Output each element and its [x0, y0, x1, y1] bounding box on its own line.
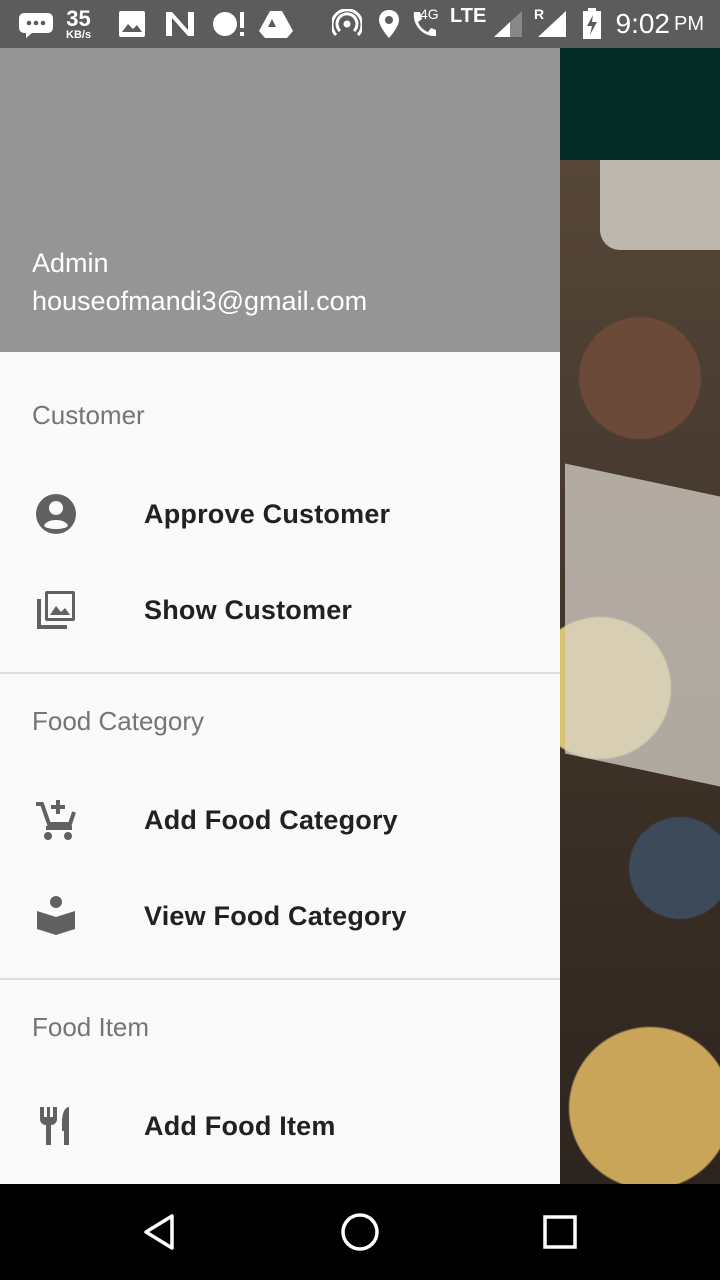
divider — [0, 672, 560, 674]
image-icon — [118, 0, 146, 48]
status-bar: 35 KB/s 4G LTE R 9:02 PM — [0, 0, 720, 48]
menu-item-show-customer[interactable]: Show Customer — [0, 562, 560, 658]
n-icon — [164, 0, 196, 48]
recents-square-icon — [543, 1215, 577, 1249]
menu-item-add-food-item[interactable]: Add Food Item — [0, 1078, 560, 1174]
menu-item-add-food-category[interactable]: Add Food Category — [0, 772, 560, 868]
drawer-header: Admin houseofmandi3@gmail.com — [0, 48, 560, 352]
user-email: houseofmandi3@gmail.com — [32, 286, 368, 316]
system-navigation-bar — [0, 1184, 720, 1280]
add-shopping-cart-icon — [32, 796, 80, 844]
app-background-plate — [600, 160, 720, 250]
menu-item-label: Show Customer — [144, 594, 353, 625]
recents-button[interactable] — [536, 1208, 584, 1256]
speed-unit: KB/s — [66, 28, 92, 41]
restaurant-icon — [32, 1102, 80, 1150]
signal-icon — [492, 0, 524, 48]
user-name: Admin — [32, 248, 109, 278]
location-icon — [378, 0, 400, 48]
account-circle-icon — [32, 490, 80, 538]
divider — [0, 978, 560, 980]
menu-item-label: Add Food Item — [144, 1110, 336, 1141]
home-button[interactable] — [336, 1208, 384, 1256]
network-4g-label: 4G — [420, 6, 439, 22]
back-button[interactable] — [136, 1208, 184, 1256]
drive-icon — [258, 0, 294, 48]
app-background-plate — [565, 463, 720, 787]
photo-library-icon — [32, 586, 80, 634]
menu-item-view-food-category[interactable]: View Food Category — [0, 868, 560, 964]
menu-item-approve-customer[interactable]: Approve Customer — [0, 466, 560, 562]
menu-item-label: Approve Customer — [144, 498, 391, 529]
alert-icon — [212, 0, 246, 48]
hotspot-icon — [332, 0, 362, 48]
home-circle-icon — [341, 1213, 379, 1251]
network-speed: 35 KB/s — [66, 0, 91, 48]
battery-icon — [582, 0, 602, 48]
section-title-customer: Customer — [32, 400, 145, 430]
book-reader-icon — [32, 892, 80, 940]
section-title-food-item: Food Item — [32, 1012, 150, 1042]
menu-item-label: Add Food Category — [144, 804, 398, 835]
clock-time: 9:02 — [615, 8, 671, 39]
clock-ampm: PM — [674, 12, 704, 35]
navigation-drawer: Admin houseofmandi3@gmail.com Customer A… — [0, 48, 560, 1184]
back-triangle-icon — [144, 1214, 174, 1250]
message-icon — [18, 0, 56, 48]
section-title-food-category: Food Category — [32, 706, 204, 736]
menu-item-label: View Food Category — [144, 900, 407, 931]
signal-icon — [536, 0, 568, 48]
network-lte-label: LTE — [450, 4, 487, 27]
speed-value: 35 — [66, 5, 91, 31]
clock: 9:02 PM — [616, 0, 705, 48]
